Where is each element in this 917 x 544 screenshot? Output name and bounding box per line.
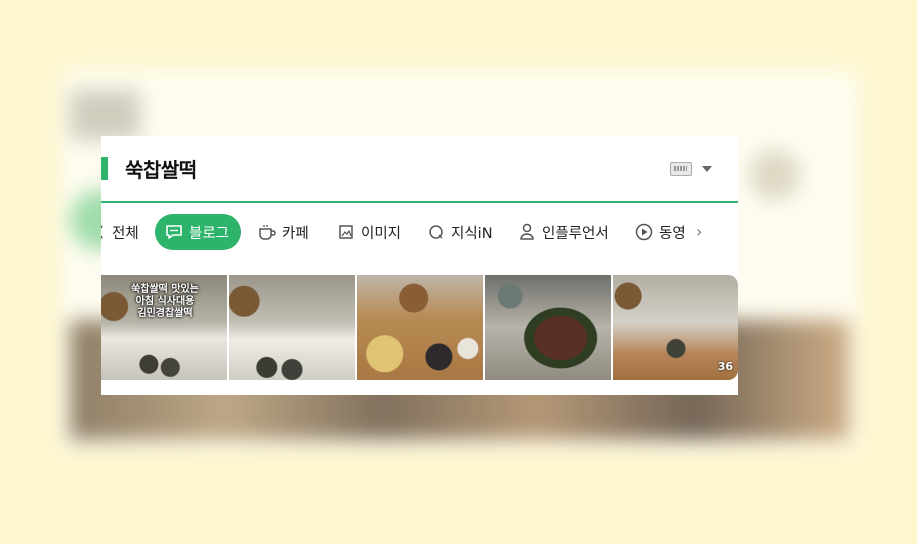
chevron-right-icon[interactable]: › — [696, 222, 702, 241]
tab-label: 지식iN — [451, 225, 493, 242]
person-icon — [518, 223, 536, 241]
keyboard-icon[interactable] — [670, 162, 692, 176]
tab-influencer[interactable]: 인플루언서 — [518, 214, 609, 250]
image-icon — [337, 223, 355, 241]
overlay-line: 아침 식사대용 — [135, 296, 195, 307]
search-header: 쑥찹쌀떡 — [101, 136, 738, 203]
search-tabs: 전체 블로그 카페 이미지 지식iN 인플루언서 동영 — [101, 214, 738, 250]
photo-overlay-text: 쑥찹쌀떡 맛있는 아침 식사대용 김민경찹쌀떡 — [119, 284, 211, 320]
all-icon — [101, 223, 105, 241]
photo-thumbnail[interactable]: 쑥찹쌀떡 맛있는 아침 식사대용 김민경찹쌀떡 — [101, 275, 227, 380]
tab-label: 동영 — [659, 225, 686, 242]
overlay-line: 김민경찹쌀떡 — [137, 308, 193, 319]
photo-thumbnail[interactable]: 36 — [613, 275, 738, 380]
search-accent-bar — [101, 157, 108, 180]
overlay-line: 쑥찹쌀떡 맛있는 — [131, 284, 199, 295]
tab-cafe[interactable]: 카페 — [258, 214, 309, 250]
search-result-panel: 쑥찹쌀떡 전체 블로그 카페 이미지 지식iN 인플루언서 동영 › 쑥찹쌀떡 … — [101, 136, 738, 395]
photo-thumbnail[interactable] — [485, 275, 611, 380]
tab-label: 블로그 — [189, 225, 230, 242]
backdrop-shape — [750, 150, 800, 200]
caret-down-icon[interactable] — [702, 166, 712, 172]
search-query[interactable]: 쑥찹쌀떡 — [125, 154, 197, 183]
photo-count-badge: 36 — [717, 360, 733, 373]
play-icon — [635, 223, 653, 241]
tab-all[interactable]: 전체 — [101, 214, 139, 250]
photo-thumbnail[interactable] — [229, 275, 355, 380]
tab-label: 카페 — [282, 225, 309, 242]
blog-icon — [165, 223, 183, 241]
tab-label: 전체 — [112, 225, 139, 242]
tab-label: 인플루언서 — [542, 225, 609, 242]
photo-thumbnail[interactable] — [357, 275, 483, 380]
cafe-cup-icon — [258, 223, 276, 241]
tab-video[interactable]: 동영 — [635, 214, 686, 250]
tab-blog[interactable]: 블로그 — [155, 214, 242, 250]
tab-label: 이미지 — [361, 225, 402, 242]
tab-image[interactable]: 이미지 — [337, 214, 401, 250]
tab-kin[interactable]: 지식iN — [427, 214, 493, 250]
backdrop-shape — [70, 90, 140, 140]
kin-icon — [427, 223, 445, 241]
photo-strip: 쑥찹쌀떡 맛있는 아침 식사대용 김민경찹쌀떡 36 — [101, 275, 738, 380]
